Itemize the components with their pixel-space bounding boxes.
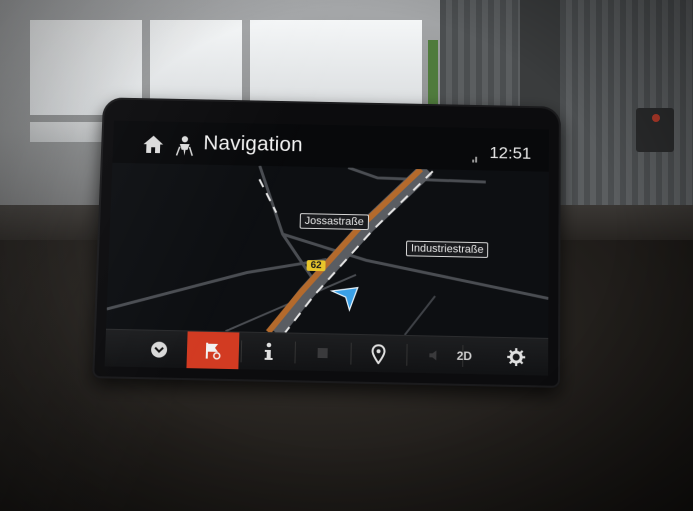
destination-button[interactable] xyxy=(186,331,240,371)
chevron-down-circle-icon xyxy=(150,341,168,358)
position-arrow-icon xyxy=(332,287,358,310)
infotainment-display: Navigation 12:51 Jossastraße Industriest… xyxy=(92,97,561,388)
home-icon[interactable] xyxy=(142,135,164,155)
page-title: Navigation xyxy=(203,131,304,157)
main-road xyxy=(275,166,427,335)
street-label: Industriestraße xyxy=(405,240,489,258)
nav-person-icon xyxy=(176,136,194,157)
view-mode-button[interactable]: 2D xyxy=(438,337,490,376)
collapse-button[interactable] xyxy=(132,330,185,369)
street-label: Jossastraße xyxy=(299,213,369,231)
info-button[interactable] xyxy=(242,333,295,372)
map-view[interactable]: Jossastraße Industriestraße 62 xyxy=(106,162,549,338)
traffic-button[interactable] xyxy=(296,334,349,373)
poi-button[interactable] xyxy=(352,335,405,374)
side-dashes xyxy=(259,179,278,212)
road-number-badge: 62 xyxy=(306,260,326,272)
traffic-icon xyxy=(318,348,329,359)
info-icon xyxy=(265,342,274,361)
wall-box-light xyxy=(652,114,660,122)
flag-search-icon xyxy=(203,341,221,361)
map-road xyxy=(405,295,435,335)
bottom-toolbar: 2D xyxy=(104,328,549,376)
signal-icon xyxy=(472,156,478,163)
clock: 12:51 xyxy=(489,143,532,163)
settings-button[interactable] xyxy=(490,338,542,376)
gear-icon xyxy=(507,347,526,367)
screen: Navigation 12:51 Jossastraße Industriest… xyxy=(104,120,549,376)
location-pin-icon xyxy=(371,344,385,364)
green-rail xyxy=(428,40,438,110)
view-mode-label: 2D xyxy=(456,348,473,364)
